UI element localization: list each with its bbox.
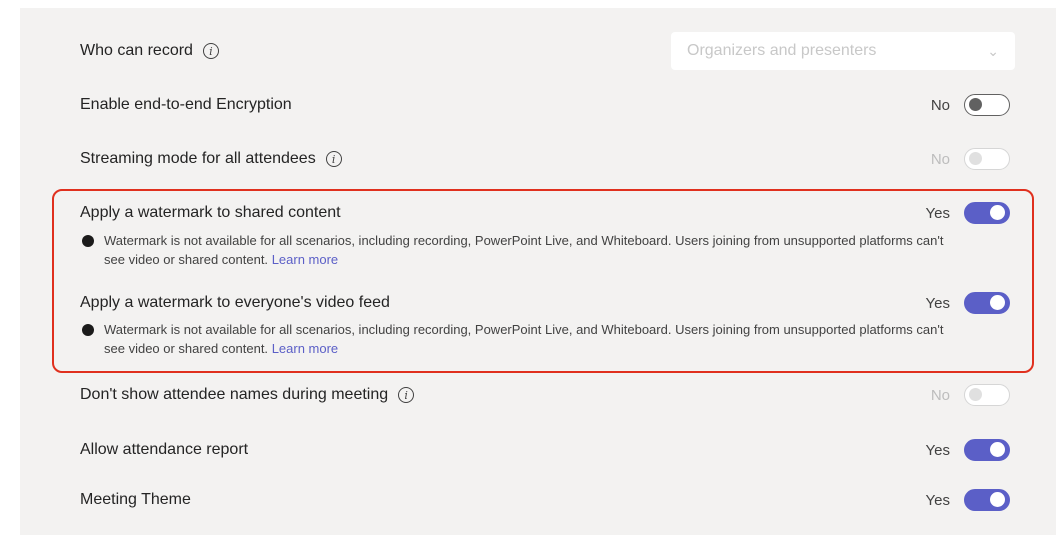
note-text: Watermark is not available for all scena… [104, 233, 944, 267]
watermark-video-toggle[interactable] [964, 292, 1010, 314]
info-icon[interactable]: i [398, 387, 415, 403]
hide-names-label: Don't show attendee names during meeting [80, 386, 389, 403]
watermark-content-row: Apply a watermark to shared content Yes [80, 200, 1010, 226]
hide-names-state: No [930, 386, 950, 404]
attendance-state: Yes [925, 441, 950, 459]
dropdown-value: Organizers and presenters [687, 42, 877, 59]
watermark-video-row: Apply a watermark to everyone's video fe… [80, 290, 1010, 316]
theme-toggle[interactable] [964, 489, 1010, 511]
encryption-state: No [930, 96, 950, 114]
toggle-knob [990, 205, 1005, 220]
toggle-knob [990, 492, 1005, 507]
toggle-knob [990, 442, 1005, 457]
info-icon[interactable]: i [202, 43, 219, 59]
watermark-content-note: Watermark is not available for all scena… [82, 231, 962, 269]
learn-more-link[interactable]: Learn more [272, 341, 338, 356]
streaming-label: Streaming mode for all attendees [80, 150, 316, 167]
attendance-label: Allow attendance report [80, 441, 249, 458]
theme-row: Meeting Theme Yes [80, 487, 1010, 513]
note-text: Watermark is not available for all scena… [104, 322, 944, 356]
toggle-knob [969, 98, 982, 111]
watermark-video-label: Apply a watermark to everyone's video fe… [80, 294, 390, 311]
info-icon[interactable]: i [325, 151, 342, 167]
theme-state: Yes [925, 491, 950, 509]
streaming-toggle[interactable] [964, 148, 1010, 170]
attendance-row: Allow attendance report Yes [80, 437, 1010, 463]
alert-icon [82, 324, 94, 336]
streaming-row: Streaming mode for all attendees i No [80, 146, 1010, 172]
encryption-toggle[interactable] [964, 94, 1010, 116]
toggle-knob [969, 388, 982, 401]
watermark-content-state: Yes [925, 204, 950, 222]
theme-label: Meeting Theme [80, 491, 191, 508]
hide-names-row: Don't show attendee names during meeting… [80, 382, 1010, 408]
watermark-content-toggle[interactable] [964, 202, 1010, 224]
watermark-video-state: Yes [925, 294, 950, 312]
watermark-content-label: Apply a watermark to shared content [80, 204, 341, 221]
toggle-knob [990, 295, 1005, 310]
chevron-down-icon: ⌄ [987, 42, 999, 59]
attendance-toggle[interactable] [964, 439, 1010, 461]
learn-more-link[interactable]: Learn more [272, 252, 338, 267]
streaming-state: No [930, 150, 950, 168]
who-can-record-dropdown[interactable]: Organizers and presenters ⌄ [671, 32, 1015, 70]
toggle-knob [969, 152, 982, 165]
hide-names-toggle[interactable] [964, 384, 1010, 406]
alert-icon [82, 235, 94, 247]
watermark-video-note: Watermark is not available for all scena… [82, 320, 962, 358]
encryption-label: Enable end-to-end Encryption [80, 96, 292, 113]
who-can-record-label: Who can record [80, 42, 193, 59]
encryption-row: Enable end-to-end Encryption No [80, 92, 1010, 118]
